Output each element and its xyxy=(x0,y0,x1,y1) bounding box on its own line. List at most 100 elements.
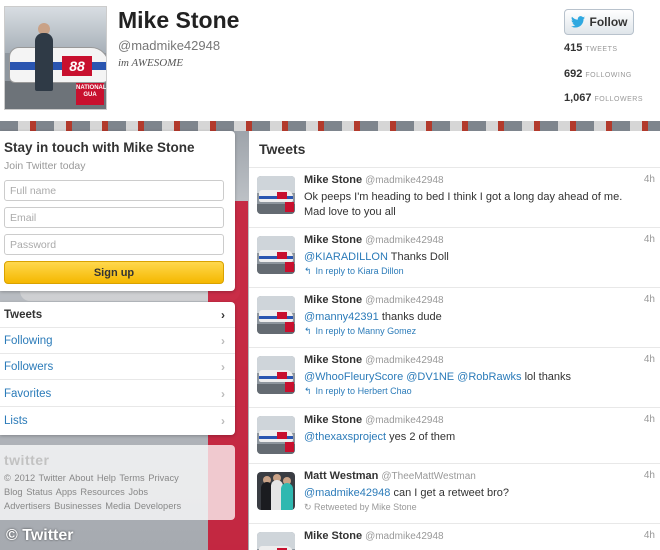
in-reply-to-label: In reply to Herbert Chao xyxy=(315,386,412,396)
nav-item-tweets[interactable]: Tweets › xyxy=(0,302,235,328)
tweet-author-handle[interactable]: @madmike42948 xyxy=(365,415,444,426)
stat-tweets-label: TWEETS xyxy=(585,46,618,53)
chevron-right-icon: › xyxy=(221,308,225,322)
retweeted-by-text: Retweeted by Mike Stone xyxy=(314,502,417,512)
chevron-right-icon: › xyxy=(221,414,225,428)
tweet-author-name[interactable]: Mike Stone xyxy=(304,354,362,366)
stat-following-label: FOLLOWING xyxy=(585,72,632,79)
tweet-avatar[interactable] xyxy=(257,472,295,510)
email-field[interactable]: Email xyxy=(4,207,224,228)
tweet-author-handle[interactable]: @madmike42948 xyxy=(365,175,444,186)
tweet-author-name[interactable]: Mike Stone xyxy=(304,294,362,306)
tweet-mention-link[interactable]: @madmike42948 xyxy=(304,487,390,499)
tweet-author-handle[interactable]: @madmike42948 xyxy=(365,295,444,306)
tweet-timestamp[interactable]: 4h xyxy=(644,414,655,425)
tweet-author-name[interactable]: Mike Stone xyxy=(304,234,362,246)
tweet-text: @WhooFleuryScore @DV1NE @RobRawks lol th… xyxy=(304,370,639,385)
in-reply-to-link[interactable]: ↰ In reply to Herbert Chao xyxy=(304,386,412,397)
tweet-header: Mike Stone @madmike42948 xyxy=(304,354,444,366)
follow-button[interactable]: Follow xyxy=(564,9,634,35)
follow-button-label: Follow xyxy=(589,15,628,29)
tweet[interactable]: Mike Stone @madmike42948 4h @thexaxsproje… xyxy=(249,407,660,463)
tweet-timestamp[interactable]: 4h xyxy=(644,174,655,185)
tweet-body: yes 2 of them xyxy=(386,431,456,443)
tweet[interactable]: Mike Stone @madmike42948 4h xyxy=(249,523,660,550)
tweet-timestamp[interactable]: 4h xyxy=(644,234,655,245)
avatar-race-car: 88 xyxy=(9,47,106,83)
tweet[interactable]: Mike Stone @madmike42948 4h Ok peeps I'm … xyxy=(249,167,660,227)
tweet-avatar[interactable] xyxy=(257,296,295,334)
signup-button[interactable]: Sign up xyxy=(4,261,224,284)
profile-name: Mike Stone xyxy=(118,7,240,33)
avatar-sky xyxy=(5,7,106,53)
tweet-body: lol thanks xyxy=(521,371,572,383)
full-name-field[interactable]: Full name xyxy=(4,180,224,201)
tweet-author-handle[interactable]: @TheeMattWestman xyxy=(381,471,475,482)
tweet-text: @KIARADILLON Thanks Doll xyxy=(304,250,639,265)
tweet-avatar[interactable] xyxy=(257,236,295,274)
tweet-header: Mike Stone @madmike42948 xyxy=(304,234,444,246)
stat-tweets-value: 415 xyxy=(564,42,583,54)
tweet-mention-link[interactable]: @KIARADILLON xyxy=(304,251,388,263)
in-reply-to-link[interactable]: ↰ In reply to Manny Gomez xyxy=(304,326,416,337)
retweet-icon: ↻ xyxy=(304,502,315,512)
tweet-avatar[interactable] xyxy=(257,416,295,454)
tweet-timestamp[interactable]: 4h xyxy=(644,530,655,541)
in-reply-to-label: In reply to Kiara Dillon xyxy=(315,266,404,276)
reply-arrow-icon: ↰ xyxy=(304,326,312,336)
tweet[interactable]: Matt Westman @TheeMattWestman 4h @madmike… xyxy=(249,463,660,523)
nav-item-lists[interactable]: Lists › xyxy=(0,408,235,434)
nav-item-following[interactable]: Following › xyxy=(0,328,235,354)
tweet-header: Mike Stone @madmike42948 xyxy=(304,174,444,186)
twitter-logo[interactable]: twitter xyxy=(4,452,50,468)
stat-tweets[interactable]: 415 TWEETS xyxy=(564,42,618,54)
tweet-author-name[interactable]: Mike Stone xyxy=(304,174,362,186)
tweet-author-name[interactable]: Matt Westman xyxy=(304,470,378,482)
in-reply-to-label: In reply to Manny Gomez xyxy=(315,326,417,336)
nav-item-label: Lists xyxy=(4,415,28,427)
stat-followers[interactable]: 1,067 FOLLOWERS xyxy=(564,92,643,104)
footer-links[interactable]: Advertisers Businesses Media Developers xyxy=(4,501,181,511)
password-field[interactable]: Password xyxy=(4,234,224,255)
stat-following[interactable]: 692 FOLLOWING xyxy=(564,68,632,80)
tweet[interactable]: Mike Stone @madmike42948 4h @WhooFleurySc… xyxy=(249,347,660,407)
tweet-mention-link[interactable]: @thexaxsproject xyxy=(304,431,386,443)
tweet[interactable]: Mike Stone @madmike42948 4h @KIARADILLON … xyxy=(249,227,660,287)
site-footer: twitter © 2012 Twitter About Help Terms … xyxy=(0,445,235,520)
avatar-person xyxy=(35,33,53,91)
tweet-body: can I get a retweet bro? xyxy=(390,487,510,499)
tweet-author-handle[interactable]: @madmike42948 xyxy=(365,531,444,542)
signup-title: Stay in touch with Mike Stone xyxy=(4,140,195,155)
tweet-timestamp[interactable]: 4h xyxy=(644,354,655,365)
stat-followers-label: FOLLOWERS xyxy=(594,96,643,103)
reply-arrow-icon: ↰ xyxy=(304,266,312,276)
tweet-author-handle[interactable]: @madmike42948 xyxy=(365,235,444,246)
tweet-mention-link[interactable]: @manny42391 xyxy=(304,311,379,323)
tweet-author-name[interactable]: Mike Stone xyxy=(304,530,362,542)
stat-following-value: 692 xyxy=(564,68,583,80)
background-stripe xyxy=(0,121,660,131)
tweet-body: thanks dude xyxy=(378,311,442,323)
nav-item-favorites[interactable]: Favorites › xyxy=(0,381,235,407)
tweet-mention-link[interactable]: @WhooFleuryScore @DV1NE @RobRawks xyxy=(304,371,522,383)
tweet-author-handle[interactable]: @madmike42948 xyxy=(365,355,444,366)
tweet-timestamp[interactable]: 4h xyxy=(644,294,655,305)
tweet-header: Matt Westman @TheeMattWestman xyxy=(304,470,476,482)
chevron-right-icon: › xyxy=(221,387,225,401)
tweet-body: Ok peeps I'm heading to bed I think I go… xyxy=(304,191,623,218)
tweet[interactable]: Mike Stone @madmike42948 4h @manny42391 t… xyxy=(249,287,660,347)
tweet-avatar[interactable] xyxy=(257,532,295,550)
in-reply-to-link[interactable]: ↰ In reply to Kiara Dillon xyxy=(304,266,404,277)
tweet-avatar[interactable] xyxy=(257,176,295,214)
footer-links[interactable]: Blog Status Apps Resources Jobs xyxy=(4,487,148,497)
profile-avatar[interactable]: 88 NATIONAL GUA xyxy=(4,6,107,110)
tweet-author-name[interactable]: Mike Stone xyxy=(304,414,362,426)
tweet-avatar[interactable] xyxy=(257,356,295,394)
nav-item-label: Followers xyxy=(4,361,54,373)
tweet-text: Ok peeps I'm heading to bed I think I go… xyxy=(304,190,639,220)
tweet-timestamp[interactable]: 4h xyxy=(644,470,655,481)
nav-item-followers[interactable]: Followers › xyxy=(0,354,235,380)
chevron-right-icon: › xyxy=(221,334,225,348)
footer-links[interactable]: © 2012 Twitter About Help Terms Privacy xyxy=(4,473,179,483)
tweet-body: Thanks Doll xyxy=(387,251,449,263)
